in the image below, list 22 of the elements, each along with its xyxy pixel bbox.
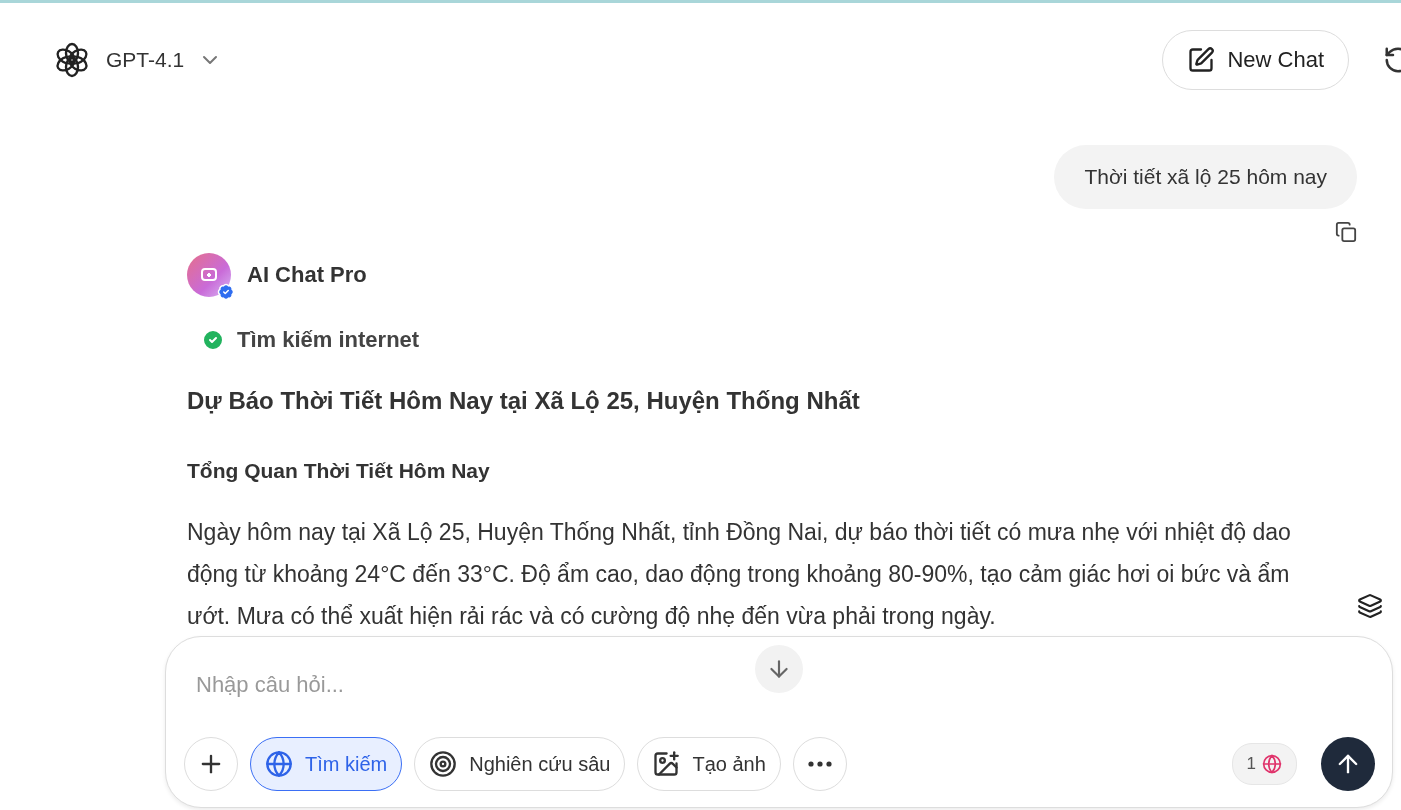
tool-chip[interactable]: Tạo ảnh: [637, 737, 781, 791]
copy-icon[interactable]: [1335, 221, 1357, 243]
sources-badge[interactable]: 1: [1231, 743, 1297, 785]
user-message: Thời tiết xã lộ 25 hôm nay: [1054, 145, 1357, 209]
globe-icon: [1262, 754, 1282, 774]
answer-subtitle: Tổng Quan Thời Tiết Hôm Nay: [187, 459, 491, 483]
image-icon: [652, 750, 681, 778]
step-label: Tìm kiếm internet: [237, 327, 420, 353]
answer-title: Dự Báo Thời Tiết Hôm Nay tại Xã Lộ 25, Huyện Thống Nhất: [187, 387, 861, 415]
new-chat-button[interactable]: New Chat: [1162, 30, 1349, 90]
more-icon: [807, 761, 832, 767]
model-selector[interactable]: GPT-4.1: [52, 40, 223, 80]
globe-icon: [265, 750, 293, 778]
tool-chip[interactable]: Nghiên cứu sâu: [414, 737, 626, 791]
assistant-name: AI Chat Pro: [247, 262, 367, 288]
edit-icon: [1187, 46, 1216, 74]
answer-paragraph: Ngày hôm nay tại Xã Lộ 25, Huyện Thống Nhất, tỉnh Đồng Nai, dự báo thời tiết có mưa nhẹ với nhiệt độ dao động từ khoảng 24°C đến 33°C. Độ ẩm cao, dao động trong khoảng 80-90%, tạo cảm giác hơi oi bức và ẩm ướt. Mưa có thể xuất hiện rải rác và có cường độ nhẹ đến vừa phải trong ngày.: [187, 518, 1292, 631]
tool-chip[interactable]: Tìm kiếm: [250, 737, 403, 791]
tool-button[interactable]: [184, 737, 238, 791]
layers-icon[interactable]: [1357, 593, 1383, 619]
target-icon: [429, 750, 458, 778]
send-button[interactable]: [1321, 737, 1375, 791]
